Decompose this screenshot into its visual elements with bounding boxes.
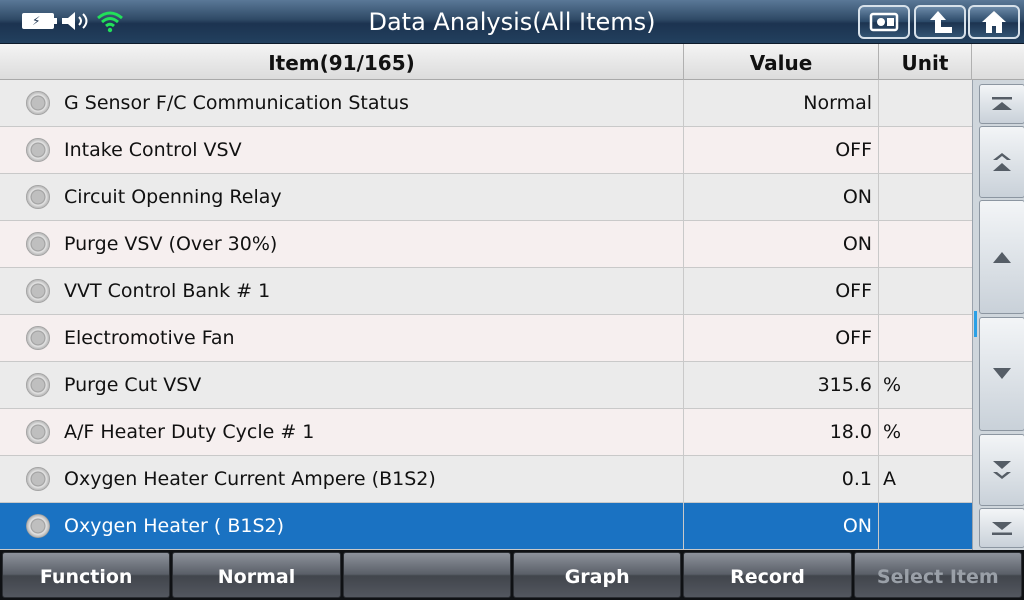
row-radio[interactable] [26, 232, 50, 256]
row-item-label: Oxygen Heater Current Ampere (B1S2) [64, 468, 436, 490]
column-header-unit[interactable]: Unit [879, 44, 972, 80]
row-unit [879, 268, 972, 314]
row-radio[interactable] [26, 91, 50, 115]
row-item-label: Electromotive Fan [64, 327, 235, 349]
back-button[interactable] [914, 5, 966, 39]
column-header-value[interactable]: Value [684, 44, 879, 80]
row-unit [879, 221, 972, 267]
row-value: OFF [684, 127, 879, 173]
normal-button[interactable]: Normal [172, 552, 341, 598]
row-value: ON [684, 221, 879, 267]
table-row[interactable]: Purge Cut VSV 315.6 % [0, 362, 972, 409]
screenshot-button[interactable] [858, 5, 910, 39]
empty-button[interactable] [342, 552, 511, 598]
row-item-label: VVT Control Bank # 1 [64, 280, 271, 302]
title-bar: ⚡ Data Analysis(All Items) [0, 0, 1024, 44]
row-value: 315.6 [684, 362, 879, 408]
scroll-bottom-button[interactable] [979, 508, 1024, 548]
back-arrow-icon [930, 11, 952, 33]
speaker-icon [62, 12, 88, 30]
scroll-bottom-icon [992, 522, 1012, 535]
row-item-label: Purge VSV (Over 30%) [64, 233, 278, 255]
row-unit [879, 127, 972, 173]
row-item-label: A/F Heater Duty Cycle # 1 [64, 421, 315, 443]
line-up-icon [993, 252, 1011, 263]
row-radio[interactable] [26, 514, 50, 538]
row-item-label: Oxygen Heater ( B1S2) [64, 515, 285, 537]
scroll-position-indicator [974, 311, 977, 337]
row-radio[interactable] [26, 467, 50, 491]
row-value: OFF [684, 268, 879, 314]
row-unit [879, 174, 972, 220]
row-radio[interactable] [26, 373, 50, 397]
row-item-label: Circuit Openning Relay [64, 186, 282, 208]
line-down-button[interactable] [979, 317, 1024, 431]
row-unit: A [883, 468, 896, 490]
table-row[interactable]: G Sensor F/C Communication Status Normal [0, 80, 972, 127]
row-item-label: Purge Cut VSV [64, 374, 202, 396]
scroll-top-button[interactable] [979, 84, 1024, 124]
home-button[interactable] [968, 5, 1020, 39]
row-radio[interactable] [26, 326, 50, 350]
table-row[interactable]: Electromotive Fan OFF [0, 315, 972, 362]
select-item-button[interactable]: Select Item [853, 552, 1022, 598]
row-unit [879, 315, 972, 361]
table-row[interactable]: Oxygen Heater Current Ampere (B1S2) 0.1 … [0, 456, 972, 503]
table-row[interactable]: Circuit Openning Relay ON [0, 174, 972, 221]
scroll-top-icon [992, 97, 1012, 110]
row-unit: % [883, 421, 902, 443]
line-down-icon [993, 368, 1011, 379]
home-icon [982, 11, 1006, 33]
bottom-toolbar: Function Normal Graph Record Select Item [0, 550, 1024, 600]
screenshot-icon [869, 12, 899, 32]
row-value: ON [684, 503, 879, 549]
page-up-icon [993, 153, 1011, 171]
row-value: ON [684, 174, 879, 220]
page-title: Data Analysis(All Items) [368, 8, 656, 36]
column-header-spacer [972, 44, 1024, 80]
table-row[interactable]: Intake Control VSV OFF [0, 127, 972, 174]
row-value: 0.1 [684, 456, 879, 502]
row-unit [879, 503, 972, 549]
row-item-label: G Sensor F/C Communication Status [64, 92, 409, 114]
scroll-panel [972, 80, 1024, 550]
row-value: OFF [684, 315, 879, 361]
row-radio[interactable] [26, 185, 50, 209]
page-down-icon [993, 461, 1011, 479]
column-header-item[interactable]: Item(91/165) [0, 44, 684, 80]
line-up-button[interactable] [979, 200, 1024, 314]
row-value: 18.0 [684, 409, 879, 455]
row-unit [879, 80, 972, 126]
page-down-button[interactable] [979, 434, 1024, 506]
graph-button[interactable]: Graph [512, 552, 682, 598]
battery-charging-icon: ⚡ [22, 13, 57, 29]
status-icons: ⚡ [22, 8, 124, 34]
table-row[interactable]: VVT Control Bank # 1 OFF [0, 268, 972, 315]
row-radio[interactable] [26, 279, 50, 303]
page-up-button[interactable] [979, 126, 1024, 198]
table-row[interactable]: A/F Heater Duty Cycle # 1 18.0 % [0, 409, 972, 456]
table-row[interactable]: Purge VSV (Over 30%) ON [0, 221, 972, 268]
function-button[interactable]: Function [2, 552, 171, 598]
row-unit: % [883, 374, 902, 396]
table-row-selected[interactable]: Oxygen Heater ( B1S2) ON [0, 503, 972, 550]
record-button[interactable]: Record [683, 552, 852, 598]
row-item-label: Intake Control VSV [64, 139, 242, 161]
row-value: Normal [684, 80, 879, 126]
row-radio[interactable] [26, 138, 50, 162]
table-header: Item(91/165) Value Unit [0, 44, 1024, 80]
data-list: G Sensor F/C Communication Status Normal… [0, 80, 972, 550]
wifi-icon [97, 11, 123, 33]
row-radio[interactable] [26, 420, 50, 444]
